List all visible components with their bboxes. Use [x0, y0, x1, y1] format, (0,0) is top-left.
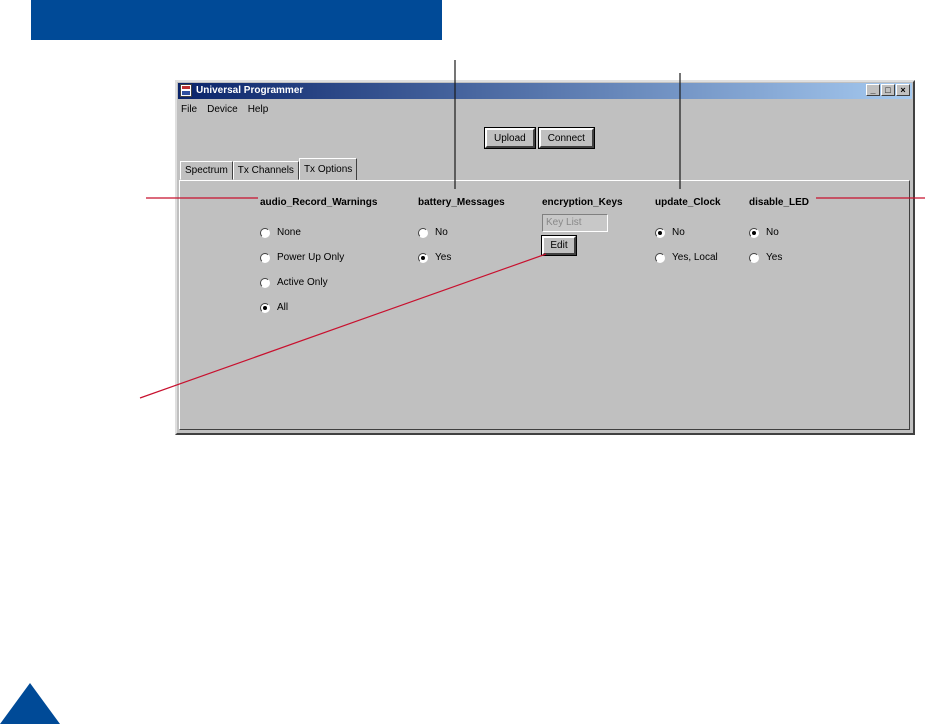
- minimize-icon[interactable]: _: [866, 84, 880, 96]
- radio-option[interactable]: Power Up Only: [260, 245, 377, 270]
- radio-label: No: [766, 227, 779, 238]
- menu-device[interactable]: Device: [207, 104, 238, 115]
- radio-icon[interactable]: [260, 227, 270, 238]
- upload-button[interactable]: Upload: [485, 128, 535, 148]
- radio-option[interactable]: Active Only: [260, 270, 377, 295]
- radio-icon[interactable]: [260, 302, 270, 313]
- tab-strip: Spectrum Tx Channels Tx Options: [180, 158, 358, 180]
- group-title: audio_Record_Warnings: [260, 197, 378, 208]
- encryption-keys-group: encryption_Keys Key List Edit: [542, 197, 623, 255]
- radio-label: Yes: [435, 252, 452, 263]
- radio-label: Yes: [766, 252, 783, 263]
- disable-led-group: disable_LED No Yes: [749, 197, 809, 270]
- radio-label: Active Only: [277, 277, 328, 288]
- universal-programmer-window: Universal Programmer _ □ × File Device H…: [175, 80, 915, 435]
- radio-option[interactable]: None: [260, 220, 377, 245]
- radio-icon[interactable]: [749, 227, 759, 238]
- radio-label: No: [672, 227, 685, 238]
- radio-label: No: [435, 227, 448, 238]
- title-bar: Universal Programmer _ □ ×: [178, 83, 912, 99]
- radio-icon[interactable]: [418, 252, 428, 263]
- audio-record-warnings-group: audio_Record_Warnings None Power Up Only…: [260, 197, 377, 320]
- key-list-field[interactable]: Key List: [542, 214, 608, 232]
- battery-messages-group: battery_Messages No Yes: [418, 197, 505, 270]
- radio-icon[interactable]: [260, 252, 270, 263]
- radio-label: Power Up Only: [277, 252, 345, 263]
- close-icon[interactable]: ×: [896, 84, 910, 96]
- radio-label: Yes, Local: [672, 252, 718, 263]
- radio-icon[interactable]: [260, 277, 270, 288]
- group-title: encryption_Keys: [542, 197, 623, 208]
- radio-option[interactable]: No: [418, 220, 505, 245]
- radio-icon[interactable]: [749, 252, 759, 263]
- group-title: disable_LED: [749, 197, 810, 208]
- tab-tx-options[interactable]: Tx Options: [298, 158, 358, 180]
- radio-icon[interactable]: [418, 227, 428, 238]
- app-icon: [180, 84, 192, 97]
- radio-option[interactable]: Yes, Local: [655, 245, 721, 270]
- group-title: battery_Messages: [418, 197, 505, 208]
- radio-option[interactable]: Yes: [418, 245, 505, 270]
- radio-option[interactable]: All: [260, 295, 377, 320]
- menu-help[interactable]: Help: [248, 104, 269, 115]
- header-bar: [31, 0, 442, 40]
- radio-icon[interactable]: [655, 227, 665, 238]
- maximize-icon[interactable]: □: [881, 84, 895, 96]
- tab-spectrum[interactable]: Spectrum: [180, 161, 233, 180]
- group-title: update_Clock: [655, 197, 721, 208]
- edit-keys-button[interactable]: Edit: [542, 236, 576, 255]
- radio-option[interactable]: Yes: [749, 245, 809, 270]
- radio-option[interactable]: No: [655, 220, 721, 245]
- window-title: Universal Programmer: [196, 85, 304, 96]
- menu-file[interactable]: File: [181, 104, 197, 115]
- window-controls: _ □ ×: [866, 84, 910, 96]
- radio-icon[interactable]: [655, 252, 665, 263]
- radio-label: All: [277, 302, 289, 313]
- tab-tx-channels[interactable]: Tx Channels: [232, 161, 299, 180]
- toolbar: Upload Connect: [485, 128, 594, 148]
- connect-button[interactable]: Connect: [538, 128, 594, 148]
- menu-bar: File Device Help: [181, 104, 268, 115]
- page-corner-triangle: [0, 683, 60, 724]
- radio-label: None: [277, 227, 301, 238]
- update-clock-group: update_Clock No Yes, Local: [655, 197, 721, 270]
- radio-option[interactable]: No: [749, 220, 809, 245]
